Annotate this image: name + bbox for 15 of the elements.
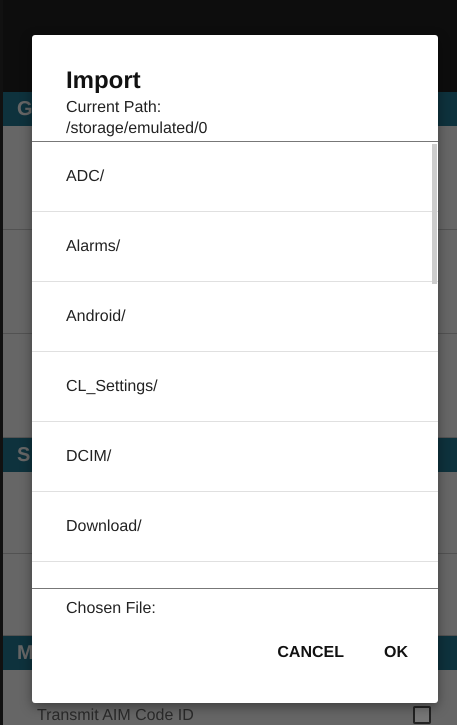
dialog-button[interactable]: CANCEL xyxy=(261,636,360,670)
folder-item[interactable]: Download/ xyxy=(32,492,438,562)
section-title: G xyxy=(17,98,33,120)
checkbox[interactable] xyxy=(413,706,431,724)
folder-item[interactable]: CL_Settings/ xyxy=(32,352,438,422)
folder-item[interactable]: DCIM/ xyxy=(32,422,438,492)
current-path: /storage/emulated/0 xyxy=(65,119,208,139)
section-title: S xyxy=(17,444,30,466)
scrollbar[interactable] xyxy=(432,144,437,284)
dialog-button[interactable]: OK xyxy=(368,636,424,670)
dialog-title: Import xyxy=(65,66,142,95)
setting-label: Transmit AIM Code ID xyxy=(37,706,194,724)
current-path-label: Current Path: xyxy=(65,98,162,118)
chosen-file-label: Chosen File: xyxy=(65,599,157,618)
folder-item[interactable]: Android/ xyxy=(32,282,438,352)
